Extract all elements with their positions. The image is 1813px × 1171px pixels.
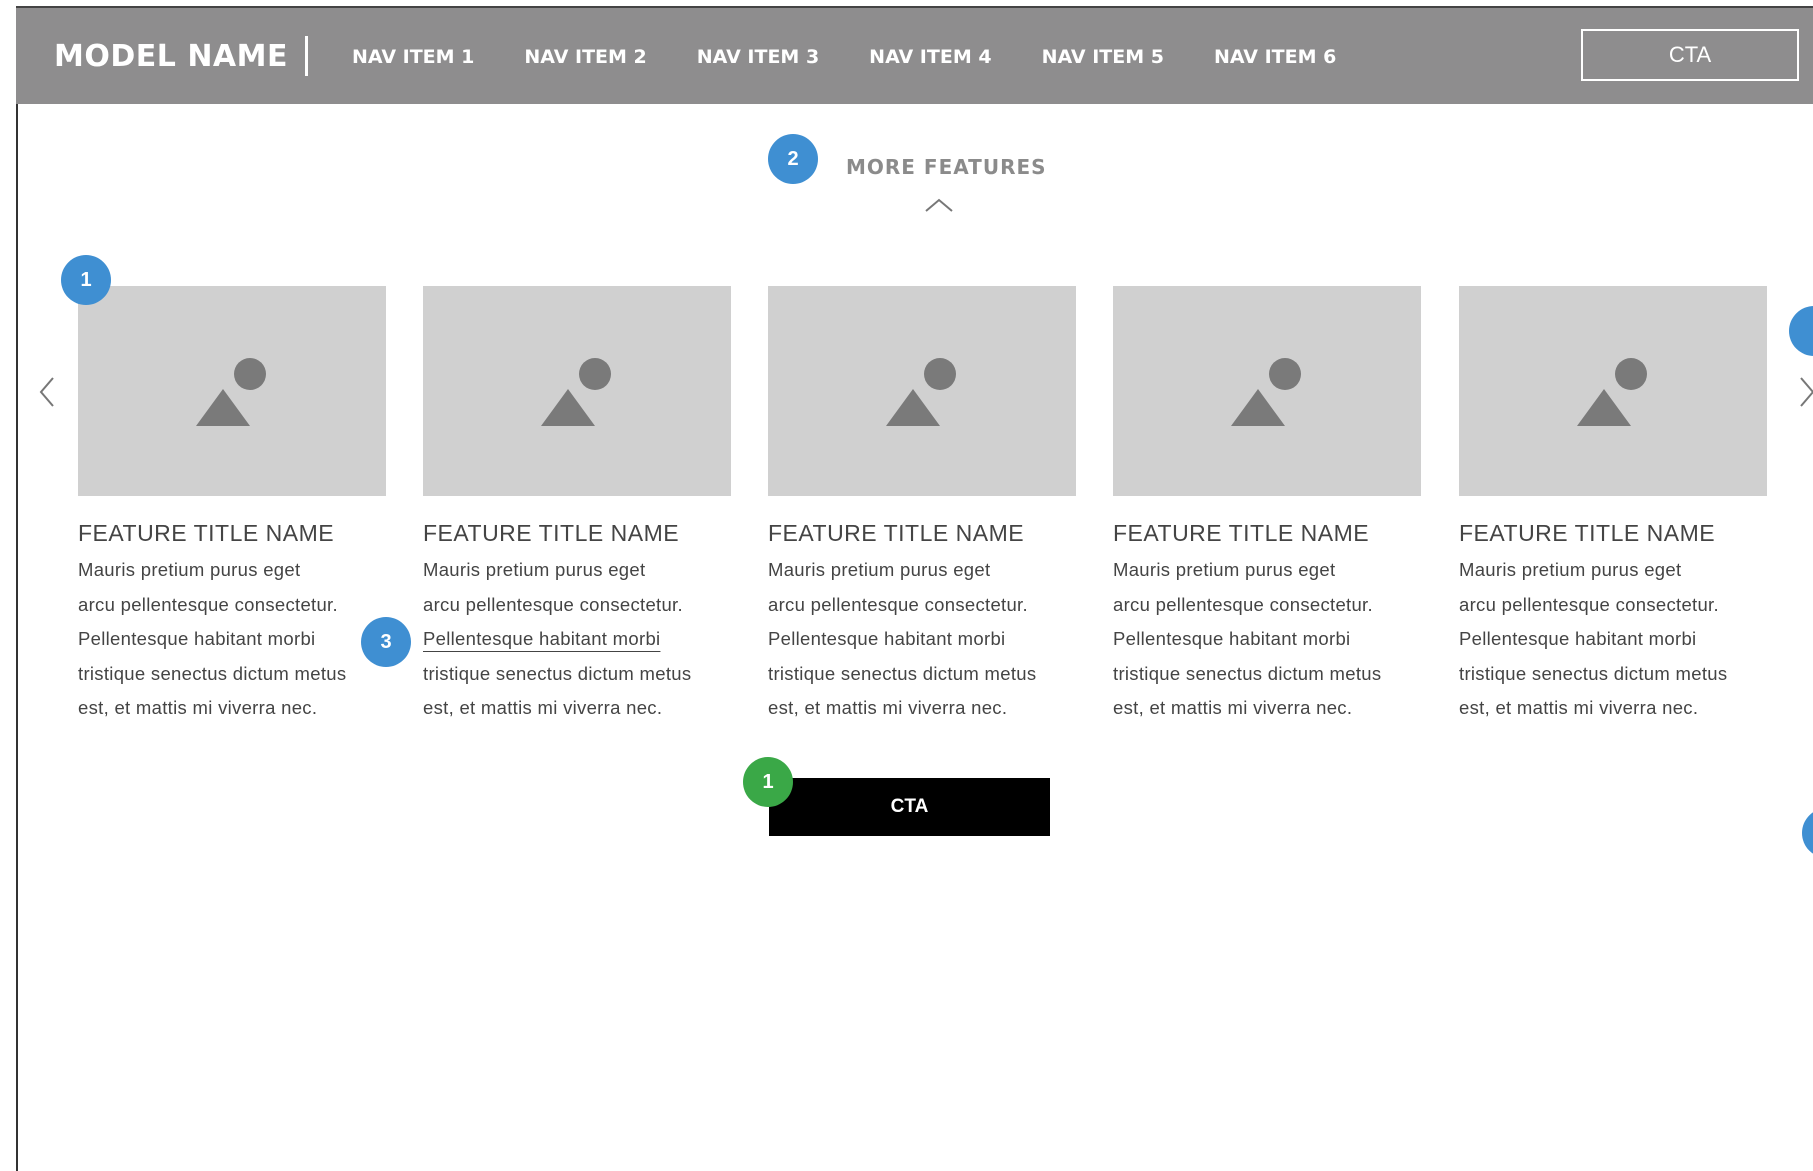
image-placeholder-icon: [541, 358, 611, 426]
feature-description-line: Mauris pretium purus eget: [1459, 559, 1682, 580]
feature-image: [768, 286, 1076, 496]
chevron-left-icon[interactable]: [38, 376, 56, 408]
feature-image: [1113, 286, 1421, 496]
annotation-badge-partial-right-bottom: [1802, 808, 1813, 858]
feature-title: FEATURE TITLE NAME: [1113, 520, 1370, 546]
image-placeholder-icon: [1231, 358, 1301, 426]
header-cta-button[interactable]: CTA: [1581, 29, 1799, 81]
chevron-up-icon[interactable]: [924, 197, 954, 213]
main-cta-button[interactable]: CTA: [769, 778, 1050, 836]
feature-description-line: arcu pellentesque consectetur.: [1113, 593, 1373, 615]
feature-description-line: est, et mattis mi viverra nec.: [78, 697, 318, 718]
feature-description-line: Mauris pretium purus eget: [768, 559, 991, 580]
top-navigation-bar: MODEL NAME NAV ITEM 1 NAV ITEM 2 NAV ITE…: [16, 8, 1813, 104]
feature-card[interactable]: FEATURE TITLE NAME Mauris pretium purus …: [423, 286, 731, 726]
annotation-badge-partial-right-top: [1789, 306, 1813, 356]
feature-image: [1459, 286, 1767, 496]
feature-description-line: est, et mattis mi viverra nec.: [1459, 697, 1699, 718]
feature-description-line: tristique senectus dictum metus: [1459, 662, 1728, 684]
feature-card[interactable]: FEATURE TITLE NAME Mauris pretium purus …: [1459, 286, 1767, 726]
page-frame-left-border: [16, 8, 18, 1171]
feature-description-line: arcu pellentesque consectetur.: [1459, 593, 1719, 615]
feature-description-line: est, et mattis mi viverra nec.: [768, 697, 1008, 718]
feature-card[interactable]: FEATURE TITLE NAME Mauris pretium purus …: [78, 286, 386, 726]
chevron-right-icon[interactable]: [1799, 376, 1813, 408]
nav-item-6[interactable]: NAV ITEM 6: [1214, 46, 1336, 68]
feature-description-line: Pellentesque habitant morbi: [78, 628, 316, 649]
feature-description: Mauris pretium purus eget arcu pellentes…: [423, 553, 731, 726]
more-features-heading[interactable]: MORE FEATURES: [846, 155, 1047, 179]
nav-item-5[interactable]: NAV ITEM 5: [1042, 46, 1164, 68]
feature-description-line: tristique senectus dictum metus: [1113, 662, 1382, 684]
feature-description-line: Mauris pretium purus eget: [78, 559, 301, 580]
feature-description: Mauris pretium purus eget arcu pellentes…: [1459, 553, 1767, 726]
feature-description-link[interactable]: Pellentesque habitant morbi: [423, 622, 731, 657]
feature-card[interactable]: FEATURE TITLE NAME Mauris pretium purus …: [768, 286, 1076, 726]
feature-description-line: Pellentesque habitant morbi: [768, 628, 1006, 649]
feature-card[interactable]: FEATURE TITLE NAME Mauris pretium purus …: [1113, 286, 1421, 726]
annotation-badge-3: 3: [361, 617, 411, 667]
feature-description-line: Mauris pretium purus eget: [1113, 559, 1336, 580]
feature-image: [423, 286, 731, 496]
annotation-badge-2: 2: [768, 134, 818, 184]
annotation-badge-cta: 1: [743, 757, 793, 807]
nav-item-1[interactable]: NAV ITEM 1: [352, 46, 474, 68]
feature-title: FEATURE TITLE NAME: [1459, 520, 1716, 546]
feature-title: FEATURE TITLE NAME: [78, 520, 335, 546]
nav-item-4[interactable]: NAV ITEM 4: [869, 46, 991, 68]
feature-description: Mauris pretium purus eget arcu pellentes…: [1113, 553, 1421, 726]
feature-description-line: est, et mattis mi viverra nec.: [423, 697, 663, 718]
image-placeholder-icon: [886, 358, 956, 426]
image-placeholder-icon: [1577, 358, 1647, 426]
feature-description-line: Pellentesque habitant morbi: [1459, 628, 1697, 649]
feature-description-line: tristique senectus dictum metus: [78, 662, 347, 684]
feature-description: Mauris pretium purus eget arcu pellentes…: [78, 553, 386, 726]
feature-title: FEATURE TITLE NAME: [768, 520, 1025, 546]
main-nav: NAV ITEM 1 NAV ITEM 2 NAV ITEM 3 NAV ITE…: [352, 46, 1386, 68]
model-name-logo[interactable]: MODEL NAME: [54, 39, 288, 74]
image-placeholder-icon: [196, 358, 266, 426]
feature-description-line: Pellentesque habitant morbi: [1113, 628, 1351, 649]
page-frame-top-border: [16, 6, 1813, 8]
feature-description-line: tristique senectus dictum metus: [768, 662, 1037, 684]
nav-item-3[interactable]: NAV ITEM 3: [697, 46, 819, 68]
feature-description-line: arcu pellentesque consectetur.: [768, 593, 1028, 615]
feature-image: [78, 286, 386, 496]
annotation-badge-1: 1: [61, 255, 111, 305]
feature-description: Mauris pretium purus eget arcu pellentes…: [768, 553, 1076, 726]
brand-divider: [305, 36, 308, 76]
feature-title: FEATURE TITLE NAME: [423, 520, 680, 546]
feature-description-line: arcu pellentesque consectetur.: [423, 593, 683, 615]
feature-description-line: tristique senectus dictum metus: [423, 662, 692, 684]
nav-item-2[interactable]: NAV ITEM 2: [524, 46, 646, 68]
feature-description-line: Mauris pretium purus eget: [423, 559, 646, 580]
feature-description-line: est, et mattis mi viverra nec.: [1113, 697, 1353, 718]
feature-description-line: arcu pellentesque consectetur.: [78, 593, 338, 615]
